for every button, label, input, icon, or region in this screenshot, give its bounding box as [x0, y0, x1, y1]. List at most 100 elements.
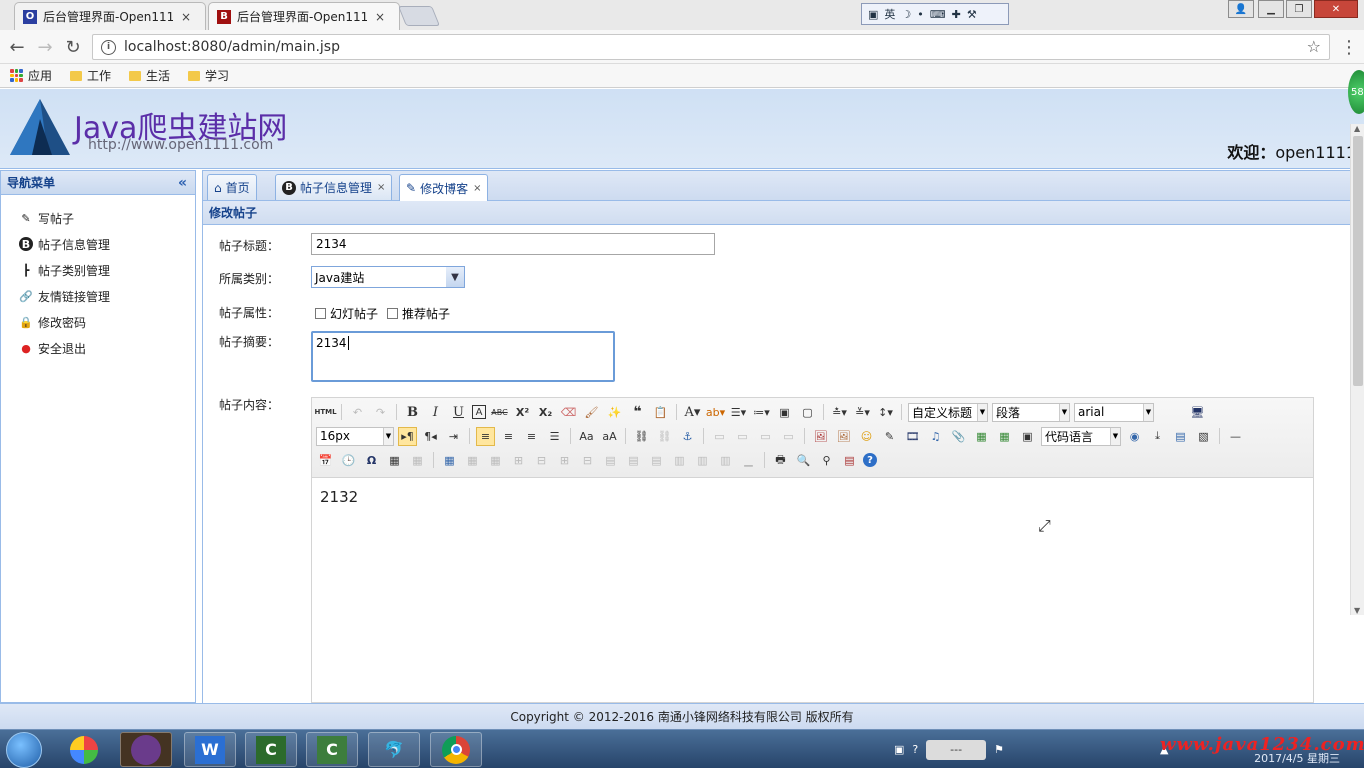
recommend-post-checkbox[interactable]: 推荐帖子: [387, 305, 450, 322]
dot-icon[interactable]: •: [917, 8, 924, 21]
attachment-icon[interactable]: 📎: [949, 427, 968, 446]
wordimage-icon[interactable]: ▦: [408, 451, 427, 470]
bold-icon[interactable]: B: [403, 403, 422, 422]
ime-mode-label[interactable]: 英: [884, 6, 895, 22]
close-window-button[interactable]: ✕: [1314, 0, 1358, 18]
split-to-cells-icon[interactable]: ▥: [670, 451, 689, 470]
insert-frame-icon[interactable]: ▣: [1018, 427, 1037, 446]
chevron-down-icon[interactable]: ▼: [1143, 403, 1153, 421]
line-height-icon[interactable]: ↕▾: [876, 403, 895, 422]
image-left-icon[interactable]: ▭: [733, 427, 752, 446]
insert-col-icon[interactable]: ⊞: [555, 451, 574, 470]
image-center-icon[interactable]: ▭: [779, 427, 798, 446]
browser-tab-1[interactable]: O 后台管理界面-Open111 ×: [14, 2, 206, 30]
bookmark-life[interactable]: 生活: [129, 67, 170, 84]
chevron-down-icon[interactable]: ▼: [446, 267, 464, 287]
auto-format-icon[interactable]: ✨: [605, 403, 624, 422]
keyboard-icon[interactable]: ⌨: [930, 8, 946, 21]
delete-col-icon[interactable]: ⊟: [578, 451, 597, 470]
chart-icon[interactable]: ▁: [739, 451, 758, 470]
map-icon[interactable]: ▦: [972, 427, 991, 446]
special-chars-icon[interactable]: Ω: [362, 451, 381, 470]
split-to-rows-icon[interactable]: ▥: [693, 451, 712, 470]
emotion-icon[interactable]: ☺: [857, 427, 876, 446]
clear-doc-icon[interactable]: ▢: [798, 403, 817, 422]
time-icon[interactable]: 🕒: [339, 451, 358, 470]
image-right-icon[interactable]: ▭: [756, 427, 775, 446]
camtasia-app-icon[interactable]: C: [245, 732, 297, 767]
chrome-app-icon[interactable]: [430, 732, 482, 767]
insert-paragraph-before-table-icon[interactable]: ▦: [486, 451, 505, 470]
tab-post-management[interactable]: B 帖子信息管理 ×: [275, 174, 393, 200]
mysql-app-icon[interactable]: 🐬: [368, 732, 420, 767]
ime-tray-icon[interactable]: ▣: [894, 743, 904, 756]
slide-post-checkbox[interactable]: 幻灯帖子: [315, 305, 378, 322]
align-justify-icon[interactable]: ☰: [545, 427, 564, 446]
ime-toolbar[interactable]: ▣ 英 ☽ • ⌨ ✚ ⚒: [861, 3, 1009, 25]
paste-plain-icon[interactable]: 📋: [651, 403, 670, 422]
superscript-icon[interactable]: X²: [513, 403, 532, 422]
indent-icon[interactable]: ⇥: [444, 427, 463, 446]
template-icon[interactable]: ▤: [1171, 427, 1190, 446]
nav-item-write-post[interactable]: ✎ 写帖子: [1, 205, 195, 231]
bookmark-apps[interactable]: 应用: [10, 67, 52, 84]
split-to-cols-icon[interactable]: ▥: [716, 451, 735, 470]
camtasia-recorder-app-icon[interactable]: C: [306, 732, 358, 767]
font-color-icon[interactable]: A▾: [683, 403, 702, 422]
format-brush-icon[interactable]: 🖌: [582, 403, 601, 422]
back-icon[interactable]: ←: [6, 37, 28, 58]
chevron-down-icon[interactable]: ▼: [977, 403, 987, 421]
merge-right-icon[interactable]: ▤: [624, 451, 643, 470]
tab-home[interactable]: ⌂ 首页: [207, 174, 257, 200]
bookmark-star-icon[interactable]: ☆: [1307, 37, 1321, 56]
print-icon[interactable]: 🖶: [771, 451, 790, 470]
html-source-icon[interactable]: HTML: [314, 403, 336, 422]
flag-tray-icon[interactable]: ⚑: [994, 743, 1004, 756]
align-center-icon[interactable]: ≡: [499, 427, 518, 446]
tray-widget[interactable]: ---: [926, 739, 987, 760]
address-bar[interactable]: i localhost:8080/admin/main.jsp ☆: [92, 34, 1330, 60]
help-tray-icon[interactable]: ?: [912, 743, 918, 756]
maximize-button[interactable]: ❐: [1286, 0, 1312, 18]
collapse-icon[interactable]: «: [178, 175, 187, 191]
unlink-icon[interactable]: ⛓: [655, 427, 674, 446]
font-size-select[interactable]: 16px ▼: [316, 426, 394, 446]
simple-upload-icon[interactable]: 🖼: [811, 427, 830, 446]
italic-icon[interactable]: I: [426, 403, 445, 422]
page-break-icon[interactable]: ⤓: [1148, 427, 1167, 446]
insert-row-icon[interactable]: ⊞: [509, 451, 528, 470]
align-right-icon[interactable]: ≡: [522, 427, 541, 446]
moon-icon[interactable]: ☽: [901, 8, 911, 21]
bookmark-study[interactable]: 学习: [188, 67, 229, 84]
font-border-icon[interactable]: A: [472, 405, 486, 419]
date-icon[interactable]: 📅: [316, 451, 335, 470]
insert-table-icon[interactable]: ▦: [440, 451, 459, 470]
nav-item-logout[interactable]: ● 安全退出: [1, 335, 195, 361]
link-icon[interactable]: ⛓: [632, 427, 651, 446]
search-replace-icon[interactable]: ⚲: [817, 451, 836, 470]
tab-close-icon[interactable]: ×: [473, 183, 481, 194]
nav-item-link-management[interactable]: 🔗 友情链接管理: [1, 283, 195, 309]
tools-icon[interactable]: ✚: [952, 8, 961, 21]
menu-icon[interactable]: ⋮: [1338, 37, 1360, 58]
word-app-icon[interactable]: W: [184, 732, 236, 767]
summary-textarea[interactable]: 2134: [311, 331, 615, 382]
subscript-icon[interactable]: X₂: [536, 403, 555, 422]
start-button[interactable]: [6, 732, 42, 768]
chevron-down-icon[interactable]: ▼: [1110, 427, 1120, 445]
nav-item-change-password[interactable]: 🔒 修改密码: [1, 309, 195, 335]
font-family-select[interactable]: arial ▼: [1074, 402, 1154, 422]
background-icon[interactable]: ▧: [1194, 427, 1213, 446]
insert-video-icon[interactable]: 🎞: [903, 427, 922, 446]
horizontal-rule-icon[interactable]: —: [1226, 427, 1245, 446]
delete-table-icon[interactable]: ▦: [463, 451, 482, 470]
to-uppercase-icon[interactable]: Aa: [577, 427, 596, 446]
to-lowercase-icon[interactable]: aA: [600, 427, 619, 446]
rtl-direction-icon[interactable]: ¶◂: [421, 427, 440, 446]
scroll-up-icon[interactable]: ▲: [1354, 124, 1360, 133]
anchor-icon[interactable]: ⚓: [678, 427, 697, 446]
code-language-select[interactable]: 代码语言 ▼: [1041, 426, 1121, 446]
editor-content[interactable]: 2132 ⤢: [312, 478, 1313, 702]
unordered-list-icon[interactable]: ≔▾: [752, 403, 771, 422]
reload-icon[interactable]: ↻: [62, 37, 84, 58]
